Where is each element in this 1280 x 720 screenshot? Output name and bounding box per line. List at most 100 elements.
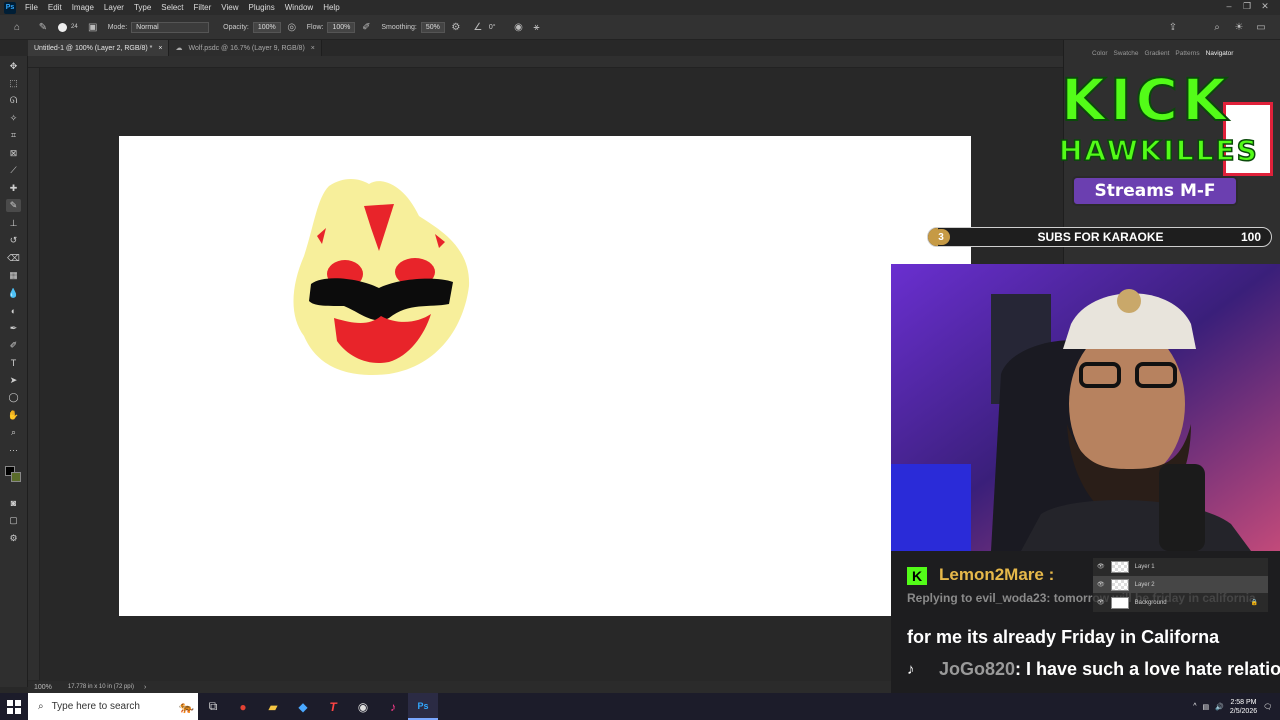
angle-control: ∠ 0° [471, 20, 496, 34]
layer-thumbnail [1110, 560, 1129, 573]
smoothing-input[interactable]: 50% [420, 21, 445, 33]
menu-select[interactable]: Select [156, 3, 188, 12]
layer-row-background[interactable]: 👁 Background 🔒 [1093, 594, 1268, 611]
visibility-eye-icon[interactable]: 👁 [1097, 581, 1105, 588]
close-icon[interactable]: ✕ [1258, 1, 1272, 13]
start-button[interactable] [0, 693, 28, 720]
tab-patterns[interactable]: Patterns [1175, 50, 1199, 57]
status-expand-icon[interactable]: › [144, 684, 146, 691]
blur-tool-icon[interactable]: 💧 [6, 287, 21, 300]
tiktok-live-icon[interactable]: ♪ [378, 693, 408, 720]
mode-select[interactable]: Normal [131, 21, 210, 33]
volume-icon[interactable]: 🔊 [1215, 703, 1224, 711]
menu-image[interactable]: Image [67, 3, 99, 12]
tray-chevron-icon[interactable]: ^ [1193, 703, 1196, 710]
visibility-eye-icon[interactable]: 👁 [1097, 599, 1105, 606]
tab-navigator[interactable]: Navigator [1206, 50, 1234, 57]
svg-text:KICK: KICK [1061, 68, 1231, 134]
symmetry-icon[interactable]: ⚹ [530, 20, 544, 34]
tab-wolf[interactable]: ☁ Wolf.psdc @ 16.7% (Layer 9, RGB/8) × [169, 40, 322, 56]
type-tool-icon[interactable]: T [6, 356, 21, 369]
visibility-eye-icon[interactable]: 👁 [1097, 563, 1105, 570]
pressure-size-icon[interactable]: ◉ [512, 20, 526, 34]
home-icon[interactable]: ⌂ [10, 20, 24, 34]
flow-input[interactable]: 100% [327, 21, 356, 33]
tab-gradient[interactable]: Gradient [1144, 50, 1169, 57]
frame-tool-icon[interactable]: ⊠ [6, 147, 21, 160]
menu-plugins[interactable]: Plugins [244, 3, 280, 12]
zoom-level[interactable]: 100% [34, 684, 52, 691]
workspace-icon[interactable]: ▭ [1254, 20, 1268, 34]
notifications-icon[interactable]: 🗨 [1263, 703, 1272, 711]
tab-close-icon[interactable]: × [158, 45, 162, 52]
eraser-tool-icon[interactable]: ⌫ [6, 252, 21, 265]
search-icon[interactable]: ⌕ [1210, 20, 1224, 34]
brush-tool-icon[interactable]: ✎ [6, 199, 21, 212]
object-select-tool-icon[interactable]: ✧ [6, 112, 21, 125]
smoothing-settings-icon[interactable]: ⚙ [449, 20, 463, 34]
menu-filter[interactable]: Filter [189, 3, 217, 12]
menu-edit[interactable]: Edit [43, 3, 67, 12]
layer-row-1[interactable]: 👁 Layer 1 [1093, 558, 1268, 575]
photoshop-taskbar-icon[interactable]: Ps [408, 693, 438, 720]
content-credentials-icon[interactable]: ⚙ [6, 532, 21, 545]
path-select-tool-icon[interactable]: ➤ [6, 374, 21, 387]
menu-help[interactable]: Help [318, 3, 344, 12]
menu-layer[interactable]: Layer [99, 3, 129, 12]
layer-row-2[interactable]: 👁 Layer 2 [1093, 576, 1268, 593]
brush-settings-icon[interactable]: ▣ [86, 20, 100, 34]
history-brush-tool-icon[interactable]: ↺ [6, 234, 21, 247]
photoshop-logo-icon[interactable]: Ps [4, 1, 16, 14]
chrome-icon[interactable]: ● [228, 693, 258, 720]
tab-swatches[interactable]: Swatche [1114, 50, 1139, 57]
network-icon[interactable]: ▤ [1203, 703, 1210, 711]
task-view-icon[interactable]: ⧉ [198, 693, 228, 720]
angle-value[interactable]: 0° [489, 24, 496, 31]
menu-type[interactable]: Type [129, 3, 156, 12]
shape-tool-icon[interactable]: ◯ [6, 391, 21, 404]
gradient-tool-icon[interactable]: ▦ [6, 269, 21, 282]
move-tool-icon[interactable]: ✥ [6, 60, 21, 73]
file-explorer-icon[interactable]: ▰ [258, 693, 288, 720]
restore-icon[interactable]: ❐ [1240, 1, 1254, 13]
opacity-control: Opacity: 100% ◎ [223, 20, 299, 34]
discover-icon[interactable]: ☀ [1232, 20, 1246, 34]
marquee-tool-icon[interactable]: ⬚ [6, 77, 21, 90]
dodge-tool-icon[interactable]: ◐ [6, 304, 21, 317]
tab-untitled-1[interactable]: Untitled-1 @ 100% (Layer 2, RGB/8) * × [28, 40, 170, 56]
brush-size-preset[interactable]: 24 [58, 22, 78, 32]
zoom-tool-icon[interactable]: ⌕ [6, 426, 21, 439]
hand-tool-icon[interactable]: ✋ [6, 409, 21, 422]
minimize-icon[interactable]: – [1222, 1, 1236, 13]
clock[interactable]: 2:58 PM 2/5/2026 [1230, 698, 1257, 716]
mode-control: Mode: Normal [108, 21, 210, 33]
pen-tool-alt-icon[interactable]: ✐ [6, 339, 21, 352]
tab-label: Untitled-1 @ 100% (Layer 2, RGB/8) * [34, 44, 153, 52]
screen-mode-icon[interactable]: ▢ [6, 514, 21, 527]
pen-tool-icon[interactable]: ✒ [6, 322, 21, 335]
background-color-swatch[interactable] [11, 472, 21, 482]
flow-control: Flow: 100% ✐ [307, 20, 374, 34]
obs-icon[interactable]: ◉ [348, 693, 378, 720]
menu-window[interactable]: Window [280, 3, 318, 12]
crop-tool-icon[interactable]: ⌗ [6, 129, 21, 142]
share-icon[interactable]: ⇪ [1166, 20, 1180, 34]
taskbar-search-box[interactable]: ⌕ Type here to search 🐅 [28, 693, 198, 720]
quick-mask-icon[interactable]: ◙ [6, 496, 21, 509]
tab-close-icon[interactable]: × [311, 45, 315, 52]
menu-file[interactable]: File [20, 3, 43, 12]
brush-tool-icon[interactable]: ✎ [36, 20, 50, 34]
opacity-pressure-icon[interactable]: ◎ [285, 20, 299, 34]
healing-brush-tool-icon[interactable]: ✚ [6, 182, 21, 195]
lasso-tool-icon[interactable]: ᘏ [6, 94, 21, 107]
opacity-input[interactable]: 100% [252, 21, 281, 33]
app-icon-red-t[interactable]: T [318, 693, 348, 720]
more-tools-icon[interactable]: ··· [6, 443, 21, 456]
document-canvas[interactable] [119, 136, 971, 616]
tab-color[interactable]: Color [1092, 50, 1108, 57]
eyedropper-tool-icon[interactable]: ⟋ [6, 164, 21, 177]
menu-view[interactable]: View [216, 3, 243, 12]
clone-stamp-tool-icon[interactable]: ⊥ [6, 217, 21, 230]
airbrush-icon[interactable]: ✐ [359, 20, 373, 34]
app-icon-blue[interactable]: ◆ [288, 693, 318, 720]
